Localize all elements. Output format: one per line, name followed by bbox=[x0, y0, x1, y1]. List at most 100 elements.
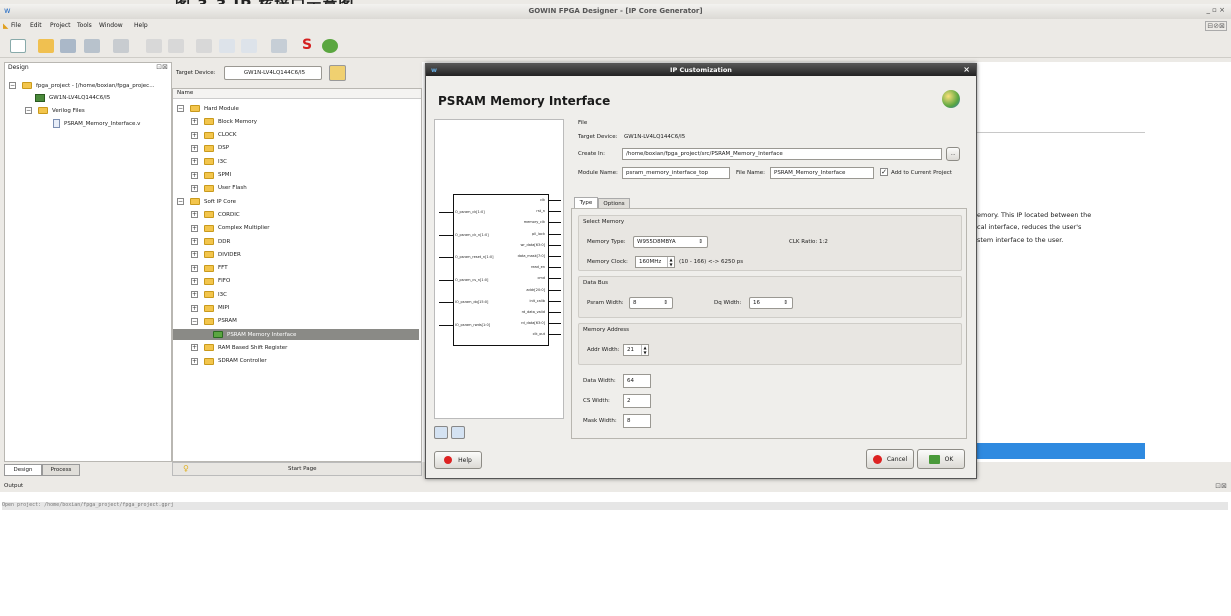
output-buttons[interactable]: ⊡⊠ bbox=[1215, 482, 1227, 490]
paste-icon[interactable] bbox=[241, 39, 257, 53]
mask-width-field[interactable]: 8 bbox=[623, 414, 651, 428]
expand-icon[interactable]: + bbox=[191, 344, 198, 352]
ip-tree-item[interactable]: + Block Memory bbox=[191, 116, 257, 127]
expand-icon[interactable]: + bbox=[191, 224, 198, 232]
expand-icon[interactable]: + bbox=[191, 251, 198, 259]
expand-icon[interactable]: + bbox=[191, 118, 198, 126]
browse-button[interactable]: ... bbox=[946, 147, 960, 161]
menu-project[interactable]: Project bbox=[50, 22, 71, 29]
folder-icon bbox=[38, 107, 48, 114]
print-icon[interactable] bbox=[113, 39, 129, 53]
collapse-icon[interactable]: − bbox=[177, 198, 184, 206]
find-icon[interactable] bbox=[271, 39, 287, 53]
ip-tree-item[interactable]: + DSP bbox=[191, 143, 229, 154]
ip-core-panel: Target Device: GW1N-LV4LQ144C6/I5 Name −… bbox=[172, 62, 422, 462]
addr-width-spin[interactable]: 21 ▲ ▼ bbox=[623, 344, 649, 356]
collapse-icon[interactable]: − bbox=[177, 105, 184, 112]
expand-icon[interactable]: + bbox=[191, 357, 198, 365]
pin-arrow bbox=[549, 289, 561, 291]
expand-icon[interactable]: + bbox=[191, 144, 198, 152]
ip-tree-item[interactable]: + DIVIDER bbox=[191, 249, 241, 260]
ip-tree-item[interactable]: + FFT bbox=[191, 263, 228, 274]
tree-item-project[interactable]: − fpga_project - [/home/boxian/fpga_proje… bbox=[9, 80, 154, 91]
ip-core-icon[interactable] bbox=[322, 39, 338, 53]
tab-design[interactable]: Design bbox=[4, 464, 42, 476]
start-page-tab[interactable]: ♀ Start Page bbox=[172, 462, 422, 476]
dialog-close-button[interactable]: × bbox=[963, 64, 970, 76]
expand-icon[interactable]: + bbox=[191, 264, 198, 272]
bulb-icon: ♀ bbox=[183, 464, 189, 473]
create-in-field[interactable]: /home/boxian/fpga_project/src/PSRAM_Memo… bbox=[622, 148, 942, 160]
ip-tree-item[interactable]: + DDR bbox=[191, 236, 230, 247]
window-controls[interactable]: _ ▫ × bbox=[1206, 6, 1225, 14]
ip-tree-item[interactable]: + FIFO bbox=[191, 276, 230, 287]
copy-icon[interactable] bbox=[219, 39, 235, 53]
expand-icon[interactable]: + bbox=[191, 304, 198, 312]
expand-icon[interactable]: + bbox=[191, 238, 198, 245]
expand-icon[interactable]: + bbox=[191, 131, 198, 139]
file-name-field[interactable]: PSRAM_Memory_Interface bbox=[770, 167, 874, 179]
menu-logo-icon: ◣ bbox=[3, 22, 9, 30]
mdi-controls[interactable]: ⊟⊘⊠ bbox=[1205, 21, 1227, 31]
psram-width-select[interactable]: 8 ⇕ bbox=[629, 297, 673, 309]
ok-button[interactable]: OK bbox=[917, 449, 965, 469]
ip-tree-item[interactable]: − Hard Module bbox=[177, 103, 239, 114]
menu-file[interactable]: File bbox=[11, 22, 21, 29]
ip-tree-item[interactable]: + I3C bbox=[191, 289, 227, 300]
ip-tree-item[interactable]: PSRAM Memory Interface bbox=[173, 329, 419, 341]
menu-help[interactable]: Help bbox=[134, 22, 148, 29]
ip-tree-item[interactable]: − Soft IP Core bbox=[177, 196, 236, 207]
ip-tree-item[interactable]: + Complex Multiplier bbox=[191, 223, 270, 234]
ip-tree-item[interactable]: + I3C bbox=[191, 156, 227, 167]
expand-icon[interactable]: + bbox=[191, 277, 198, 285]
menu-tools[interactable]: Tools bbox=[77, 22, 92, 29]
menu-window[interactable]: Window bbox=[99, 22, 123, 29]
expand-icon[interactable]: + bbox=[191, 171, 198, 179]
ip-tree-item[interactable]: + CORDIC bbox=[191, 209, 240, 220]
ip-tree-item[interactable]: + MIPI bbox=[191, 303, 229, 314]
data-width-field[interactable]: 64 bbox=[623, 374, 651, 388]
cancel-button[interactable]: Cancel bbox=[866, 449, 914, 469]
ip-tree-item[interactable]: + RAM Based Shift Register bbox=[191, 342, 287, 353]
right-pin-label: addr[20:0] bbox=[526, 287, 545, 292]
expand-icon[interactable]: + bbox=[191, 211, 198, 219]
collapse-icon[interactable]: − bbox=[191, 317, 198, 325]
module-name-field[interactable]: psram_memory_interface_top bbox=[622, 167, 730, 179]
target-device-label: Target Device: bbox=[176, 70, 216, 76]
folder-icon bbox=[204, 277, 214, 285]
save-icon[interactable] bbox=[60, 39, 76, 53]
ip-tree-item[interactable]: − PSRAM bbox=[191, 316, 237, 327]
open-icon[interactable] bbox=[38, 39, 54, 53]
design-panel-buttons[interactable]: ⊡⊠ bbox=[156, 63, 168, 73]
undo-icon[interactable] bbox=[146, 39, 162, 53]
pin-arrow bbox=[549, 200, 561, 201]
tab-type[interactable]: Type bbox=[574, 197, 598, 208]
redo-icon[interactable] bbox=[168, 39, 184, 53]
gowin-s-icon[interactable]: S bbox=[299, 38, 315, 53]
cs-width-field[interactable]: 2 bbox=[623, 394, 651, 408]
zoom-in-icon[interactable] bbox=[434, 426, 448, 439]
tree-item-device[interactable]: GW1N-LV4LQ144C6/I5 bbox=[35, 92, 110, 103]
add-project-checkbox[interactable]: ✓ bbox=[880, 168, 888, 176]
expand-icon[interactable]: + bbox=[191, 291, 198, 299]
dq-width-select[interactable]: 16 ⇕ bbox=[749, 297, 793, 309]
expand-icon[interactable]: + bbox=[191, 158, 198, 166]
memory-type-select[interactable]: W955D8MBYA ⇕ bbox=[633, 236, 708, 248]
ip-tree-item[interactable]: + SPMI bbox=[191, 170, 231, 181]
ip-tree-item[interactable]: + User Flash bbox=[191, 183, 247, 194]
target-device-select[interactable]: GW1N-LV4LQ144C6/I5 bbox=[224, 66, 322, 80]
memory-clock-spin[interactable]: 160MHz ▲ ▼ bbox=[635, 256, 675, 268]
menu-edit[interactable]: Edit bbox=[30, 22, 42, 29]
help-button[interactable]: Help bbox=[434, 451, 482, 469]
cut-icon[interactable] bbox=[196, 39, 212, 53]
ip-tree-item[interactable]: + SDRAM Controller bbox=[191, 356, 267, 367]
tab-process[interactable]: Process bbox=[42, 464, 80, 476]
save-all-icon[interactable] bbox=[84, 39, 100, 53]
expand-icon[interactable]: + bbox=[191, 184, 198, 192]
ip-tree-item[interactable]: + CLOCK bbox=[191, 130, 237, 141]
browse-folder-icon[interactable] bbox=[329, 65, 346, 81]
tree-item-verilog[interactable]: − Verilog Files bbox=[25, 105, 85, 116]
tree-item-verilog-file[interactable]: PSRAM_Memory_Interface.v bbox=[53, 118, 140, 129]
new-icon[interactable] bbox=[10, 39, 26, 53]
zoom-out-icon[interactable] bbox=[451, 426, 465, 439]
